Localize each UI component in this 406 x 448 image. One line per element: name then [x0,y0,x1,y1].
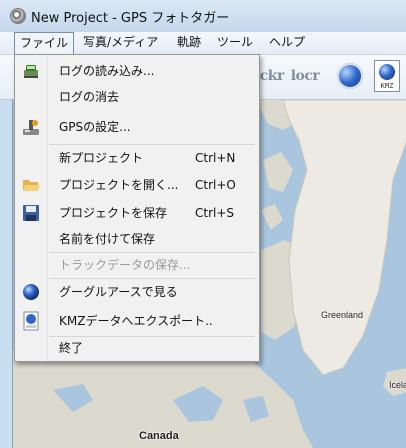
save-disk-icon [21,203,41,223]
menu-help[interactable]: ヘルプ [264,32,310,53]
menu-item-export-kmz[interactable]: KMZデータへエクスポート.. [15,309,259,333]
kmz-file-icon: KMZ [374,60,400,92]
window-title: New Project - GPS フォトタガー [31,11,230,26]
kmz-export-icon [21,311,41,331]
title-bar: New Project - GPS フォトタガー [0,0,406,33]
menu-photo-media[interactable]: 写真/メディア [78,32,163,53]
shortcut-ctrl-o: Ctrl+O [195,178,236,192]
menu-item-save-as[interactable]: 名前を付けて保存 [15,227,259,251]
menu-separator [49,278,255,279]
menu-bar: ファイル 写真/メディア 軌跡 ツール ヘルプ [0,32,406,55]
gps-settings-icon [21,117,41,137]
google-earth-icon [21,282,41,302]
app-icon[interactable] [10,8,26,24]
menu-separator [49,144,255,145]
open-folder-icon [21,175,41,195]
google-earth-button[interactable] [333,59,367,93]
menu-item-gps-settings[interactable]: GPSの設定... [15,115,259,139]
menu-item-view-in-google-earth[interactable]: グーグルアースで見る [15,280,259,304]
google-earth-icon [337,63,363,89]
menu-item-open-project[interactable]: プロジェクトを開く... Ctrl+O [15,173,259,197]
shortcut-ctrl-s: Ctrl+S [195,206,235,220]
map-label-iceland: Icela [389,380,406,390]
menu-item-save-track-data: トラックデータの保存... [59,258,191,272]
gps-device-icon [21,61,41,81]
menu-item-save-project[interactable]: プロジェクトを保存 Ctrl+S [15,201,259,225]
shortcut-ctrl-n: Ctrl+N [195,151,236,165]
menu-file[interactable]: ファイル [14,32,75,54]
map-label-greenland: Greenland [321,310,364,320]
menu-item-new-project[interactable]: 新プロジェクト Ctrl+N [15,146,259,170]
map-label-canada: Canada [139,430,179,442]
kmz-export-button[interactable]: KMZ [370,59,404,93]
menu-track[interactable]: 軌跡 [172,32,206,53]
menu-tools[interactable]: ツール [212,32,258,53]
menu-item-load-log[interactable]: ログの読み込み... [15,59,259,83]
menu-item-exit[interactable]: 終了 [15,336,259,360]
locr-logo: locr [290,68,320,84]
file-menu-dropdown: ログの読み込み... ログの消去 GPSの設定... 新プロジェクト Ctrl+… [14,54,260,362]
locr-button[interactable]: locr [288,59,322,93]
menu-item-clear-log[interactable]: ログの消去 [15,85,259,109]
